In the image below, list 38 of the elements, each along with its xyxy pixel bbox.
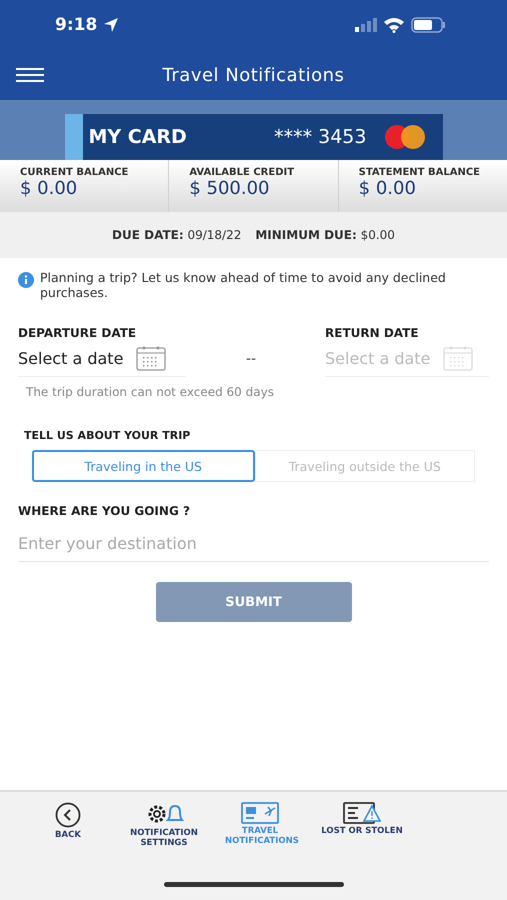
- nav-tab[interactable]: NOTIFICATION SETTINGS: [118, 802, 210, 848]
- calendar-icon: [136, 345, 166, 371]
- back-icon: [55, 802, 81, 828]
- trip-option[interactable]: Traveling outside the US: [254, 450, 475, 482]
- info-icon: [18, 272, 34, 288]
- date-field[interactable]: Select a date: [18, 348, 136, 368]
- status-time: 9:18: [55, 15, 98, 35]
- minimum-due: MINIMUM DUE: $0.00: [255, 228, 395, 242]
- nav-tab[interactable]: BACK: [22, 802, 114, 840]
- balance-label: AVAILABLE CREDIT: [189, 167, 296, 178]
- trip-option[interactable]: Traveling in the US: [32, 450, 254, 482]
- card-warning-icon: [343, 802, 381, 824]
- balance-value: $ 500.00: [189, 178, 270, 199]
- destination-label: WHERE ARE YOU GOING ?: [18, 504, 191, 518]
- nav-tab[interactable]: TRAVEL NOTIFICATIONS: [214, 802, 306, 846]
- wifi-icon: [383, 17, 405, 33]
- section-label: TELL US ABOUT YOUR TRIP: [24, 429, 192, 442]
- due-date: DUE DATE: 09/18/22: [112, 228, 242, 242]
- location-arrow-icon: [103, 17, 120, 33]
- menu-icon[interactable]: [16, 68, 44, 82]
- balance-value: $ 0.00: [358, 178, 417, 199]
- info-text: Planning a trip? Let us know ahead of time to avoid any declined purchases.: [40, 270, 447, 300]
- page-title: Travel Notifications: [162, 64, 344, 86]
- date-label: RETURN DATE: [325, 326, 420, 340]
- balance-label: STATEMENT BALANCE: [358, 167, 481, 178]
- balance-label: CURRENT BALANCE: [20, 167, 130, 178]
- duration-hint: The trip duration can not exceed 60 days: [26, 385, 275, 399]
- signal-icon: [355, 18, 377, 32]
- nav-tab[interactable]: LOST OR STOLEN: [310, 802, 414, 836]
- battery-icon: [411, 17, 447, 33]
- date-label: DEPARTURE DATE: [18, 326, 138, 340]
- balance-value: $ 0.00: [20, 178, 78, 199]
- calendar-icon: [443, 345, 473, 371]
- card-name: MY CARD: [88, 126, 188, 148]
- card-number: **** 3453: [274, 126, 366, 148]
- card-stripe: [64, 114, 82, 160]
- card-plane-icon: [241, 802, 279, 824]
- date-separator: --: [244, 351, 258, 369]
